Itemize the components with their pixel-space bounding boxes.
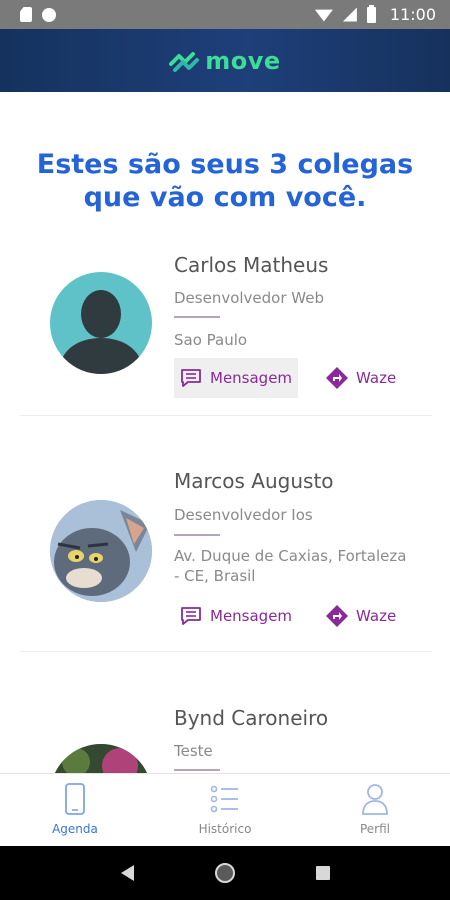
nav-label-perfil: Perfil	[359, 822, 391, 836]
avatar[interactable]	[50, 500, 152, 602]
card-separator	[20, 415, 432, 416]
avatar[interactable]	[50, 272, 152, 374]
card-separator	[20, 651, 432, 652]
colleague-name: Marcos Augusto	[174, 469, 334, 493]
directions-icon	[326, 605, 348, 627]
colleague-card: Marcos Augusto Desenvolvedor Ios Av. Duq…	[20, 456, 432, 652]
nav-label-agenda: Agenda	[52, 822, 98, 836]
avatar[interactable]	[50, 744, 152, 773]
phone-icon	[65, 783, 85, 815]
system-navigation-bar	[0, 846, 450, 900]
list-icon	[210, 785, 238, 813]
nav-item-historico[interactable]: Histórico	[150, 774, 300, 846]
default-silhouette-icon	[58, 290, 144, 374]
waze-button-label: Waze	[356, 369, 397, 387]
app-header: move	[0, 29, 450, 92]
wifi-icon	[314, 9, 333, 22]
message-button-label: Mensagem	[210, 607, 293, 625]
bottom-navigation: Agenda Histórico Perfil	[0, 773, 450, 846]
waze-button[interactable]: Waze	[320, 358, 402, 398]
page-headline: Estes são seus 3 colegas que vão com voc…	[0, 148, 450, 214]
profile-photo	[50, 744, 152, 773]
waze-button[interactable]: Waze	[320, 596, 402, 636]
colleague-location: Sao Paulo	[174, 331, 248, 349]
recent-apps-icon[interactable]	[315, 866, 330, 880]
move-logo-icon	[169, 51, 200, 72]
signal-icon	[342, 7, 357, 22]
nav-label-historico: Histórico	[198, 822, 252, 836]
colleague-role: Teste	[174, 742, 213, 760]
location-line-1: Av. Duque de Caxias, Fortaleza	[174, 547, 407, 565]
divider	[174, 316, 220, 318]
chat-icon	[181, 369, 201, 387]
status-time: 11:00	[389, 5, 436, 24]
brand-name: move	[205, 46, 281, 75]
colleague-name: Carlos Matheus	[174, 253, 329, 277]
headline-line-1: Estes são seus 3 colegas	[36, 149, 414, 180]
nav-item-agenda[interactable]: Agenda	[0, 774, 150, 846]
chat-icon	[181, 607, 201, 625]
back-icon[interactable]	[120, 865, 134, 881]
colleague-role: Desenvolvedor Ios	[174, 506, 313, 524]
cartoon-cat-photo	[50, 500, 152, 602]
directions-icon	[326, 367, 348, 389]
colleague-card: Carlos Matheus Desenvolvedor Web Sao Pau…	[20, 240, 432, 416]
battery-icon	[366, 4, 376, 23]
waze-button-label: Waze	[356, 607, 397, 625]
person-icon	[362, 784, 388, 815]
nav-item-perfil[interactable]: Perfil	[300, 774, 450, 846]
colleague-card: Bynd Caroneiro Teste	[20, 690, 432, 773]
divider	[174, 769, 220, 771]
message-button-label: Mensagem	[210, 369, 293, 387]
message-button[interactable]: Mensagem	[174, 596, 298, 636]
status-bar: 11:00	[0, 0, 450, 29]
colleague-location: Av. Duque de Caxias, Fortaleza - CE, Bra…	[174, 546, 424, 586]
location-line-2: - CE, Brasil	[174, 567, 256, 585]
message-button[interactable]: Mensagem	[174, 358, 299, 398]
sd-card-icon	[20, 7, 32, 22]
colleague-role: Desenvolvedor Web	[174, 289, 324, 307]
home-icon[interactable]	[214, 863, 235, 883]
divider	[174, 534, 220, 536]
notification-dot-icon	[42, 7, 56, 22]
colleague-name: Bynd Caroneiro	[174, 706, 329, 730]
headline-line-2: que vão com você.	[83, 182, 367, 213]
